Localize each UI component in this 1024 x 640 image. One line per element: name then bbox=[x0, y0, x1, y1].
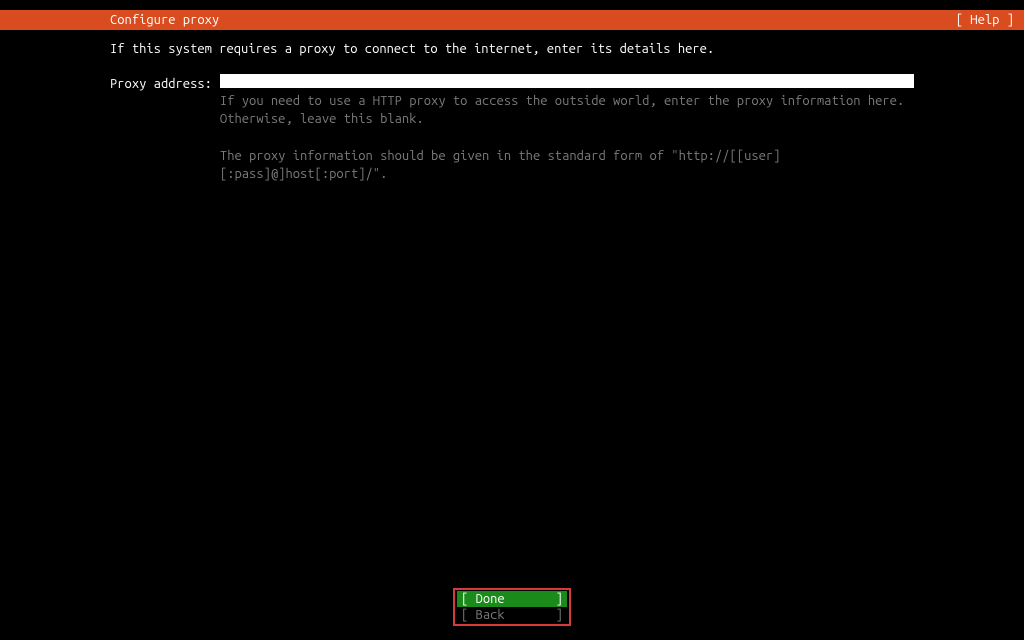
title-bar: Configure proxy [ Help ] bbox=[0, 10, 1024, 30]
proxy-address-label: Proxy address: bbox=[110, 74, 220, 93]
back-button[interactable]: [ Back ] bbox=[457, 607, 567, 623]
selection-highlight: [ Done ] [ Back ] bbox=[453, 588, 571, 626]
proxy-field-container: If you need to use a HTTP proxy to acces… bbox=[220, 74, 914, 183]
proxy-help-text-1: If you need to use a HTTP proxy to acces… bbox=[220, 92, 914, 128]
proxy-help-text-2: The proxy information should be given in… bbox=[220, 147, 914, 183]
proxy-address-input[interactable] bbox=[220, 74, 914, 88]
description-text: If this system requires a proxy to conne… bbox=[110, 40, 914, 58]
help-button[interactable]: [ Help ] bbox=[956, 11, 1014, 29]
main-content: If this system requires a proxy to conne… bbox=[110, 40, 914, 183]
proxy-form-row: Proxy address: If you need to use a HTTP… bbox=[110, 74, 914, 183]
footer-actions: [ Done ] [ Back ] bbox=[0, 588, 1024, 626]
page-title: Configure proxy bbox=[10, 11, 219, 29]
done-button[interactable]: [ Done ] bbox=[457, 591, 567, 607]
